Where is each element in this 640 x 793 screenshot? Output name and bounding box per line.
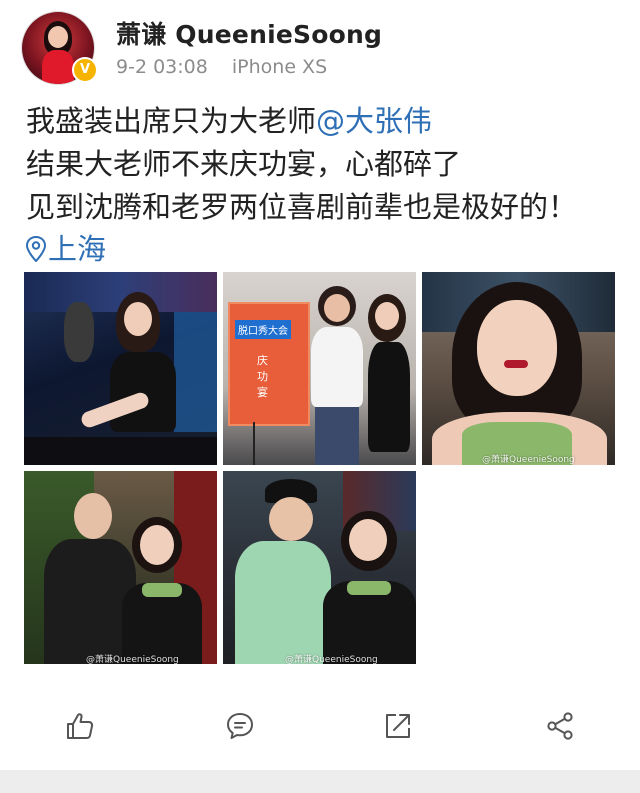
share-button[interactable]	[540, 706, 580, 746]
woman-face	[349, 519, 387, 561]
background-person	[64, 302, 94, 362]
avatar-dress	[42, 50, 74, 84]
man-face	[74, 493, 112, 539]
event-sign-char-1: 庆	[257, 354, 268, 367]
man-face	[269, 497, 313, 541]
stage-floor	[24, 437, 217, 465]
thumbs-up-icon	[67, 713, 94, 739]
repost-icon	[386, 714, 410, 738]
like-button[interactable]	[60, 706, 100, 746]
location-pin-icon	[25, 235, 47, 269]
event-sign-char-2: 功	[257, 370, 268, 383]
post-line-1: 我盛装出席只为大老师@大张伟	[26, 100, 626, 143]
event-sign-title: 脱口秀大会	[235, 320, 291, 339]
post-action-bar	[0, 690, 640, 760]
black-dress	[368, 342, 410, 452]
post-line-1-text: 我盛装出席只为大老师	[26, 104, 317, 138]
woman-face	[140, 525, 174, 565]
post-photo-3[interactable]: @萧谦QueenieSoong	[422, 272, 615, 465]
post-photo-1[interactable]	[24, 272, 217, 465]
location-text: 上海	[48, 232, 107, 266]
photo-watermark: @萧谦QueenieSoong	[482, 455, 575, 465]
location-link[interactable]: 上海	[25, 226, 107, 269]
woman-lips	[504, 360, 528, 368]
verified-badge-icon: V	[72, 57, 98, 83]
avatar-face	[48, 26, 68, 48]
repost-button[interactable]	[378, 706, 418, 746]
friend-face	[324, 294, 350, 322]
green-top	[142, 583, 182, 597]
woman-face	[477, 300, 557, 396]
woman-face	[124, 302, 152, 336]
mention-link[interactable]: @大张伟	[316, 104, 432, 138]
share-icon	[547, 712, 573, 740]
photo-watermark: @萧谦QueenieSoong	[86, 655, 179, 664]
photo-watermark: @萧谦QueenieSoong	[285, 655, 378, 664]
username[interactable]: 萧谦 QueenieSoong	[116, 15, 382, 51]
post-timestamp: 9-2 03:08	[116, 56, 208, 78]
green-top	[347, 581, 391, 595]
post-meta: 9-2 03:08 iPhone XS	[116, 56, 327, 78]
sign-stand	[253, 422, 255, 465]
comment-button[interactable]	[220, 706, 260, 746]
post-line-3: 见到沈腾和老罗两位喜剧前辈也是极好的！	[26, 190, 578, 224]
post-photo-2[interactable]: 脱口秀大会 庆 功 宴	[223, 272, 416, 465]
post-photo-4[interactable]: @萧谦QueenieSoong	[24, 471, 217, 664]
friend-white-shirt	[311, 327, 363, 407]
bottom-separator	[0, 770, 640, 793]
post-photo-5[interactable]: @萧谦QueenieSoong	[223, 471, 416, 664]
post-text: 我盛装出席只为大老师@大张伟 结果大老师不来庆功宴，心都碎了 见到沈腾和老罗两位…	[26, 100, 626, 229]
man-green-shirt	[235, 541, 331, 664]
friend-jeans	[315, 407, 359, 465]
event-sign-char-3: 宴	[257, 386, 268, 399]
post-line-2: 结果大老师不来庆功宴，心都碎了	[26, 147, 462, 181]
comment-icon	[227, 713, 253, 739]
stage-screen	[174, 312, 217, 432]
woman-face	[375, 302, 399, 330]
post-device: iPhone XS	[231, 56, 328, 78]
